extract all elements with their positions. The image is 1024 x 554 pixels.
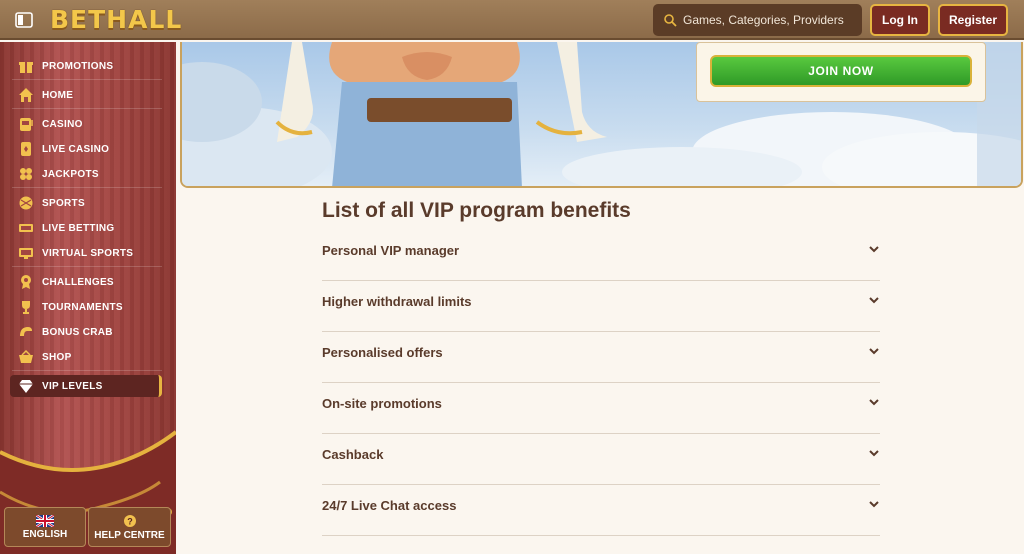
register-button[interactable]: Register	[938, 4, 1008, 36]
menu-toggle-icon[interactable]	[15, 11, 33, 29]
language-selector[interactable]: ENGLISH	[4, 507, 86, 547]
search-icon	[664, 14, 677, 27]
language-label: ENGLISH	[22, 528, 68, 540]
login-button[interactable]: Log In	[870, 4, 930, 36]
join-now-button[interactable]: JOIN NOW	[710, 55, 972, 87]
crab-icon	[20, 327, 32, 336]
card-icon	[21, 142, 31, 156]
sidebar-item-shop[interactable]: SHOP	[10, 346, 162, 368]
divider	[12, 187, 162, 188]
search-placeholder: Games, Categories, Providers	[683, 13, 844, 27]
sidebar: PROMOTIONS HOME CASINO LIVE CASINO JACKP…	[0, 42, 176, 554]
logo[interactable]: BETHALL	[50, 5, 182, 34]
slot-machine-icon	[20, 118, 33, 131]
benefit-accordion-item[interactable]: Personalised offers	[322, 332, 880, 383]
gift-icon	[19, 62, 33, 73]
diamond-icon	[19, 380, 33, 393]
basket-icon	[19, 349, 33, 363]
benefit-accordion-item[interactable]: Cashback	[322, 434, 880, 485]
sidebar-item-promotions[interactable]: PROMOTIONS	[10, 55, 162, 77]
home-icon	[19, 88, 33, 102]
ball-icon	[19, 196, 33, 210]
clover-icon	[20, 168, 32, 180]
divider	[12, 266, 162, 267]
benefit-accordion-item[interactable]: On-site promotions	[322, 383, 880, 434]
sidebar-item-live-betting[interactable]: LIVE BETTING	[10, 217, 162, 239]
medal-icon	[21, 275, 31, 289]
divider	[12, 370, 162, 371]
sidebar-item-virtual-sports[interactable]: VIRTUAL SPORTS	[10, 242, 162, 264]
help-centre-button[interactable]: ? HELP CENTRE	[88, 507, 171, 547]
chevron-down-icon	[869, 399, 879, 406]
header: BETHALL Games, Categories, Providers Log…	[0, 0, 1024, 40]
divider	[12, 79, 162, 80]
search-input[interactable]: Games, Categories, Providers	[653, 4, 862, 36]
help-icon: ?	[123, 514, 136, 527]
sidebar-item-vip-levels[interactable]: VIP LEVELS	[10, 375, 162, 397]
sidebar-item-challenges[interactable]: CHALLENGES	[10, 271, 162, 293]
divider	[12, 108, 162, 109]
chevron-down-icon	[869, 297, 879, 304]
help-label: HELP CENTRE	[94, 529, 165, 541]
benefit-accordion-item[interactable]: 24/7 Live Chat access	[322, 485, 880, 536]
benefit-accordion-item[interactable]: Personal VIP manager	[322, 230, 880, 281]
sidebar-item-sports[interactable]: SPORTS	[10, 192, 162, 214]
sidebar-item-home[interactable]: HOME	[10, 84, 162, 106]
sidebar-item-bonus-crab[interactable]: BONUS CRAB	[10, 321, 162, 343]
sidebar-item-jackpots[interactable]: JACKPOTS	[10, 163, 162, 185]
benefit-accordion-item[interactable]: Higher withdrawal limits	[322, 281, 880, 332]
chevron-down-icon	[869, 450, 879, 457]
trophy-icon	[22, 301, 30, 314]
chevron-down-icon	[869, 246, 879, 253]
sidebar-item-casino[interactable]: CASINO	[10, 113, 162, 135]
uk-flag-icon	[36, 514, 54, 527]
live-icon	[19, 224, 33, 232]
chevron-down-icon	[869, 501, 879, 508]
sidebar-item-tournaments[interactable]: TOURNAMENTS	[10, 296, 162, 318]
svg-text:?: ?	[127, 516, 133, 526]
sidebar-item-live-casino[interactable]: LIVE CASINO	[10, 138, 162, 160]
virtual-icon	[19, 248, 33, 259]
chevron-down-icon	[869, 348, 879, 355]
page-title: List of all VIP program benefits	[322, 199, 631, 222]
